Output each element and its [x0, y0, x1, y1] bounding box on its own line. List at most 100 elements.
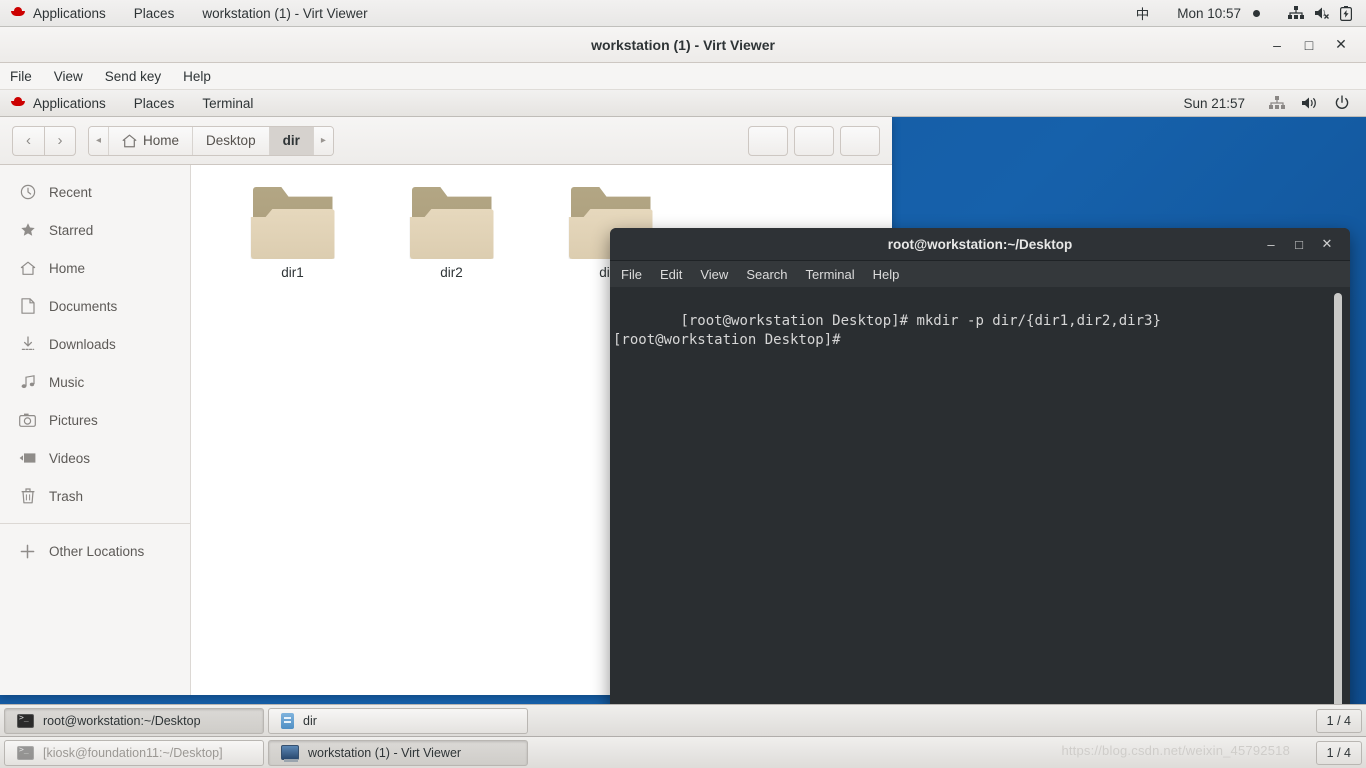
breadcrumb-desktop[interactable]: Desktop — [193, 126, 270, 155]
maximize-button[interactable]: □ — [1294, 31, 1324, 59]
terminal-window-controls: – □ ✕ — [1260, 233, 1350, 255]
guest-terminal-menu[interactable]: Terminal — [188, 90, 267, 117]
file-item-dir2[interactable]: dir2 — [372, 187, 531, 280]
terminal-menu-file[interactable]: File — [610, 261, 651, 287]
virt-viewer-title: workstation (1) - Virt Viewer — [591, 36, 775, 53]
power-icon[interactable] — [1328, 95, 1356, 111]
taskbar-item-dir[interactable]: dir — [268, 707, 528, 734]
terminal-menu-view[interactable]: View — [691, 261, 737, 287]
sidebar-item-label: Other Locations — [49, 543, 145, 559]
breadcrumb-home[interactable]: Home — [109, 126, 194, 155]
network-icon[interactable] — [1263, 96, 1291, 110]
guest-clock[interactable]: Sun 21:57 — [1169, 90, 1259, 117]
guest-places-menu[interactable]: Places — [120, 90, 189, 117]
host-taskbar-item-virt-viewer[interactable]: workstation (1) - Virt Viewer — [268, 739, 528, 766]
close-button[interactable]: ✕ — [1326, 31, 1356, 59]
sidebar-item-label: Recent — [49, 184, 92, 200]
forward-button[interactable]: › — [44, 125, 76, 156]
terminal-menu-search[interactable]: Search — [737, 261, 796, 287]
sidebar-item-label: Downloads — [49, 336, 116, 352]
home-icon — [122, 134, 137, 148]
sidebar-item-videos[interactable]: Videos — [0, 439, 190, 477]
host-system-menu[interactable] — [1274, 0, 1366, 27]
menu-view[interactable]: View — [43, 63, 94, 90]
terminal-menubar: File Edit View Search Terminal Help — [610, 261, 1350, 287]
file-manager-header: ‹ › ◂ Home Desktop dir ▸ — [0, 117, 892, 165]
file-manager-header-actions — [748, 125, 880, 156]
sidebar-item-other-locations[interactable]: Other Locations — [0, 532, 190, 570]
search-button[interactable] — [748, 125, 788, 156]
taskbar-item-label: dir — [303, 713, 317, 728]
guest-applications-menu[interactable]: Applications — [0, 90, 120, 117]
minimize-button[interactable]: – — [1262, 31, 1292, 59]
host-top-bar: Applications Places workstation (1) - Vi… — [0, 0, 1366, 27]
sidebar-item-documents[interactable]: Documents — [0, 287, 190, 325]
menu-help[interactable]: Help — [172, 63, 222, 90]
terminal-screen[interactable]: [root@workstation Desktop]# mkdir -p dir… — [610, 287, 1350, 736]
trash-icon — [19, 488, 36, 505]
terminal-menu-help[interactable]: Help — [864, 261, 909, 287]
terminal-menu-terminal[interactable]: Terminal — [797, 261, 864, 287]
sidebar-item-label: Home — [49, 260, 86, 276]
host-window-menu[interactable]: workstation (1) - Virt Viewer — [188, 0, 381, 27]
guest-taskbar: root@workstation:~/Desktop dir 1 / 4 — [0, 704, 1366, 736]
view-toggle-button[interactable] — [794, 125, 834, 156]
host-clock-label: Mon 10:57 — [1177, 5, 1241, 21]
host-places-menu[interactable]: Places — [120, 0, 189, 27]
menu-send-key[interactable]: Send key — [94, 63, 172, 90]
input-method-indicator[interactable]: 中 — [1122, 0, 1164, 27]
host-window-label: workstation (1) - Virt Viewer — [202, 5, 368, 21]
breadcrumb-scroll-left[interactable]: ◂ — [89, 126, 110, 155]
minimize-button[interactable]: – — [1260, 233, 1282, 255]
guest-places-label: Places — [133, 95, 175, 111]
file-item-dir1[interactable]: dir1 — [213, 187, 372, 280]
host-applications-label: Applications — [33, 5, 106, 21]
breadcrumb-dir[interactable]: dir — [269, 126, 314, 155]
terminal-menu-edit[interactable]: Edit — [651, 261, 691, 287]
scrollbar-thumb[interactable] — [1334, 293, 1342, 730]
video-icon — [19, 450, 36, 467]
sidebar-item-starred[interactable]: Starred — [0, 211, 190, 249]
host-clock[interactable]: Mon 10:57 — [1163, 0, 1274, 27]
guest-terminal-label: Terminal — [202, 95, 254, 111]
virt-viewer-menubar: File View Send key Help — [0, 63, 1366, 90]
sidebar-item-recent[interactable]: Recent — [0, 173, 190, 211]
menu-button[interactable] — [840, 125, 880, 156]
terminal-titlebar[interactable]: root@workstation:~/Desktop – □ ✕ — [610, 228, 1350, 261]
volume-icon[interactable] — [1295, 96, 1324, 110]
maximize-button[interactable]: □ — [1288, 233, 1310, 255]
file-manager-sidebar: Recent Starred Home Documents Downloads … — [0, 165, 191, 695]
breadcrumb: ◂ Home Desktop dir ▸ — [88, 125, 334, 156]
sidebar-item-trash[interactable]: Trash — [0, 477, 190, 515]
virt-viewer-window: workstation (1) - Virt Viewer – □ ✕ File… — [0, 27, 1366, 736]
file-name: dir2 — [440, 265, 463, 280]
sidebar-item-pictures[interactable]: Pictures — [0, 401, 190, 439]
terminal-output: [root@workstation Desktop]# mkdir -p dir… — [613, 313, 1161, 348]
redhat-logo-icon — [10, 97, 26, 109]
terminal-scrollbar[interactable] — [1334, 293, 1342, 730]
menu-file[interactable]: File — [0, 63, 43, 90]
camera-icon — [19, 412, 36, 429]
close-button[interactable]: ✕ — [1316, 233, 1338, 255]
host-taskbar-item-kiosk-terminal[interactable]: [kiosk@foundation11:~/Desktop] — [4, 739, 264, 766]
sidebar-item-label: Trash — [49, 488, 84, 504]
home-icon — [19, 260, 36, 277]
file-name: dir1 — [281, 265, 304, 280]
guest-clock-label: Sun 21:57 — [1183, 95, 1245, 111]
sidebar-item-downloads[interactable]: Downloads — [0, 325, 190, 363]
folder-icon — [409, 187, 494, 259]
workspace-indicator[interactable]: 1 / 4 — [1315, 740, 1362, 765]
host-places-label: Places — [133, 5, 175, 21]
breadcrumb-scroll-right[interactable]: ▸ — [313, 126, 333, 155]
workspace-indicator[interactable]: 1 / 4 — [1315, 708, 1362, 733]
host-applications-menu[interactable]: Applications — [0, 0, 120, 27]
sidebar-item-home[interactable]: Home — [0, 249, 190, 287]
virt-viewer-titlebar[interactable]: workstation (1) - Virt Viewer – □ ✕ — [0, 27, 1366, 63]
taskbar-item-terminal[interactable]: root@workstation:~/Desktop — [4, 707, 264, 734]
guest-status-area: Sun 21:57 — [1169, 90, 1366, 117]
back-button[interactable]: ‹ — [12, 125, 44, 156]
sidebar-item-label: Videos — [49, 450, 91, 466]
battery-charging-icon — [1340, 5, 1352, 21]
sidebar-item-label: Documents — [49, 298, 118, 314]
sidebar-item-music[interactable]: Music — [0, 363, 190, 401]
